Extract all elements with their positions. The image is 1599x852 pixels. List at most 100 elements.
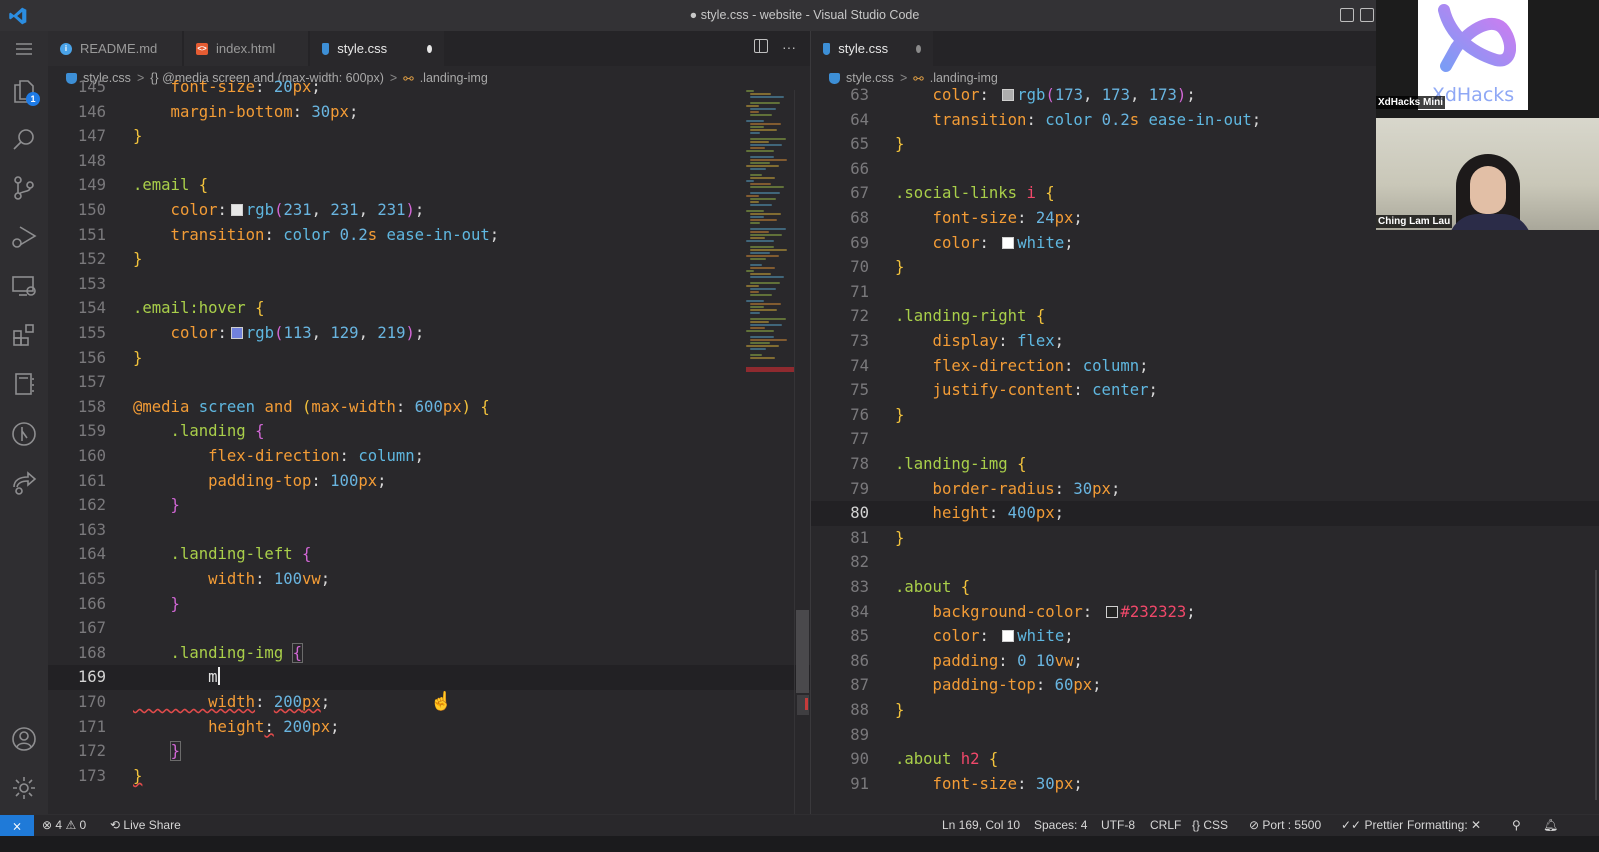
code-token: px (442, 397, 462, 416)
bell-icon[interactable]: 🔔︎ (1543, 818, 1558, 832)
code-line[interactable]: 170 width: 200px; (48, 690, 810, 715)
gitlens-icon[interactable] (10, 420, 38, 448)
code-line[interactable]: 161 padding-top: 100px; (48, 469, 810, 494)
live-server-port[interactable]: ⊘ Port : 5500 (1249, 818, 1321, 832)
code-line[interactable]: 77 (811, 427, 1599, 452)
account-icon[interactable] (10, 725, 38, 753)
code-line[interactable]: 152} (48, 247, 810, 272)
code-line[interactable]: 83 .about { (811, 575, 1599, 600)
tab-style-css[interactable]: style.css (310, 31, 444, 66)
code-line[interactable]: 172 } (48, 739, 810, 764)
code-line[interactable]: 80 height: 400px; (811, 501, 1599, 526)
code-line[interactable]: 162 } (48, 493, 810, 518)
code-line[interactable]: 85 color: white; (811, 624, 1599, 649)
code-line[interactable]: 150 color: rgb(231, 231, 231); (48, 198, 810, 223)
source-control-icon[interactable] (10, 174, 38, 202)
run-debug-icon[interactable] (10, 223, 38, 251)
code-line[interactable]: 148 (48, 149, 810, 174)
code-line[interactable]: 82 (811, 550, 1599, 575)
code-editor-left[interactable]: 145 font-size: 20px; 146 margin-bottom: 3… (48, 78, 810, 814)
line-ending[interactable]: CRLF (1150, 818, 1181, 832)
code-line[interactable]: 156} (48, 346, 810, 371)
code-line[interactable]: 167 (48, 616, 810, 641)
toggle-sidebar-icon[interactable] (1340, 8, 1354, 22)
code-line[interactable]: 158 @media screen and (max-width: 600px) … (48, 395, 810, 420)
color-swatch[interactable] (1105, 605, 1118, 618)
code-line[interactable]: 74 flex-direction: column; (811, 354, 1599, 379)
code-line[interactable]: 149 .email { (48, 173, 810, 198)
indentation[interactable]: Spaces: 4 (1034, 818, 1087, 832)
code-line[interactable]: 159 .landing { (48, 419, 810, 444)
code-line[interactable]: 163 (48, 518, 810, 543)
tab-readme[interactable]: i README.md (48, 31, 182, 66)
code-line[interactable]: 70} (811, 255, 1599, 280)
code-line[interactable]: 173} (48, 764, 810, 789)
notebook-icon[interactable] (10, 370, 38, 398)
files-icon[interactable]: 1 (10, 77, 40, 106)
encoding[interactable]: UTF-8 (1101, 818, 1135, 832)
unsaved-dot-icon[interactable] (427, 44, 432, 53)
color-swatch[interactable] (1002, 236, 1015, 249)
feedback-icon[interactable]: ⚲ (1512, 818, 1521, 832)
color-swatch[interactable] (230, 204, 243, 216)
code-line[interactable]: 71 (811, 280, 1599, 305)
remote-explorer-icon[interactable] (10, 272, 38, 300)
code-line[interactable]: 90 .about h2 { (811, 747, 1599, 772)
code-line[interactable]: 73 display: flex; (811, 329, 1599, 354)
scrollbar-thumb[interactable] (1595, 570, 1597, 800)
code-line[interactable]: 171 height: 200px; (48, 715, 810, 740)
code-line[interactable]: 75 justify-content: center; (811, 378, 1599, 403)
color-swatch[interactable] (1002, 89, 1015, 101)
scrollbar-thumb[interactable] (796, 610, 809, 693)
code-line[interactable]: 151 transition: color 0.2s ease-in-out; (48, 223, 810, 248)
code-line[interactable]: 164 .landing-left { (48, 542, 810, 567)
code-line[interactable]: 69 color: white; (811, 231, 1599, 256)
live-share-icon[interactable] (10, 469, 38, 497)
cursor-position[interactable]: Ln 169, Col 10 (942, 818, 1020, 832)
code-line[interactable]: 72 .landing-right { (811, 304, 1599, 329)
code-line[interactable]: 155 color: rgb(113, 129, 219); (48, 321, 810, 346)
code-line[interactable]: 168 .landing-img { (48, 641, 810, 666)
code-line[interactable]: 88} (811, 698, 1599, 723)
code-line[interactable]: 91 font-size: 30px; (811, 772, 1599, 797)
code-line[interactable]: 79 border-radius: 30px; (811, 477, 1599, 502)
live-share-button[interactable]: ⟲ Live Share (110, 818, 181, 832)
vertical-scrollbar[interactable] (794, 90, 809, 814)
formatting-status[interactable]: Formatting: ✕ (1407, 818, 1481, 832)
code-line[interactable]: 76} (811, 403, 1599, 428)
unsaved-dot-icon[interactable] (916, 44, 921, 53)
more-actions-icon[interactable]: ··· (782, 39, 796, 55)
search-icon[interactable] (10, 125, 38, 153)
tab-index-html[interactable]: <> index.html (184, 31, 308, 66)
hamburger-icon[interactable] (10, 35, 38, 63)
code-line[interactable]: 81} (811, 526, 1599, 551)
remote-icon[interactable]: ⨯ (0, 815, 34, 837)
prettier-status[interactable]: ✓✓ Prettier (1341, 818, 1403, 832)
code-line[interactable]: 165 width: 100vw; (48, 567, 810, 592)
problems-indicator[interactable]: ⊗ 4 ⚠ 0 (42, 818, 86, 832)
code-line[interactable]: 146 margin-bottom: 30px; (48, 100, 810, 125)
code-line[interactable]: 160 flex-direction: column; (48, 444, 810, 469)
minimap[interactable] (746, 90, 792, 375)
color-swatch[interactable] (230, 327, 243, 339)
code-line[interactable]: 147} (48, 124, 810, 149)
gear-icon[interactable] (10, 774, 38, 802)
toggle-panel-icon[interactable] (1360, 8, 1374, 22)
code-line[interactable]: 169 m (48, 665, 810, 690)
code-line[interactable]: 87 padding-top: 60px; (811, 673, 1599, 698)
code-line[interactable]: 89 (811, 723, 1599, 748)
code-line[interactable]: 86 padding: 0 10vw; (811, 649, 1599, 674)
code-line[interactable]: 154 .email:hover { (48, 296, 810, 321)
code-line[interactable]: 145 font-size: 20px; (48, 75, 810, 100)
extensions-icon[interactable] (10, 321, 38, 349)
color-swatch[interactable] (1002, 630, 1015, 643)
code-line[interactable]: 78 .landing-img { (811, 452, 1599, 477)
tab-style-css[interactable]: style.css (811, 31, 933, 66)
code-token: ; (1148, 381, 1158, 400)
split-editor-icon[interactable] (754, 39, 768, 53)
code-line[interactable]: 157 (48, 370, 810, 395)
code-line[interactable]: 166 } (48, 592, 810, 617)
language-mode[interactable]: {} CSS (1192, 818, 1228, 832)
code-line[interactable]: 84 background-color: #232323; (811, 600, 1599, 625)
code-line[interactable]: 153 (48, 272, 810, 297)
